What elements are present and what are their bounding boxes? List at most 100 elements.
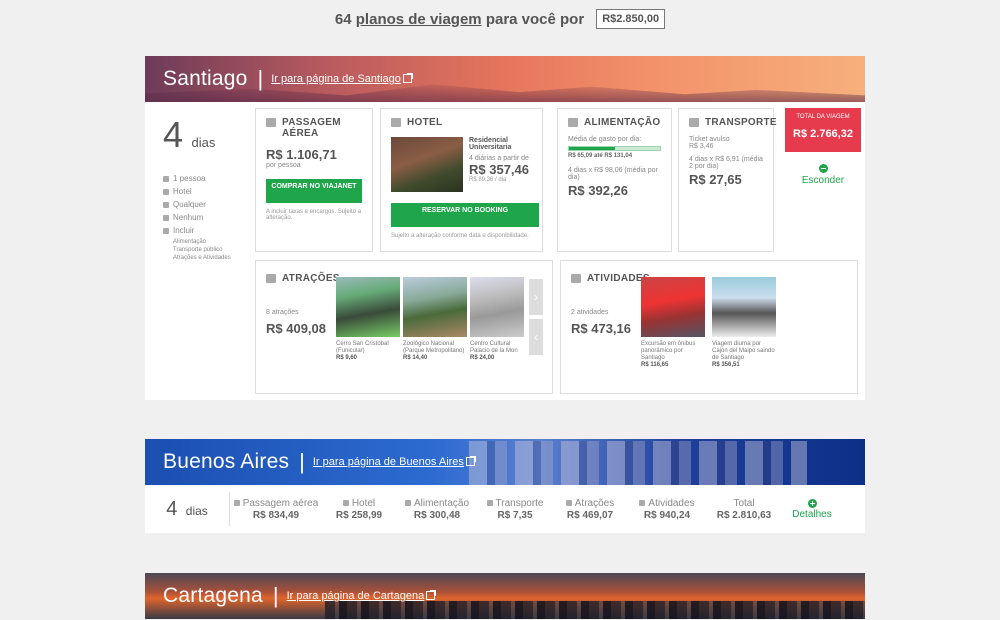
bed-icon — [342, 500, 349, 506]
hotel-price: R$ 357,46 — [469, 162, 529, 177]
days-number: 4 — [163, 114, 184, 155]
activity-photo[interactable] — [712, 277, 776, 337]
attraction-caption: Zoológico Nacional (Parque Metropolitano… — [403, 341, 467, 362]
summary-attractions: Atrações R$ 469,07 — [552, 498, 628, 521]
attraction-name[interactable]: Cerro San Cristóbal (Funicular) — [336, 341, 389, 354]
filter-lodging[interactable]: Hotel — [163, 187, 253, 196]
city-page-link-label: Ir para página de Santiago — [271, 73, 401, 85]
hotel-note: Sujeito a alteração conforme data e disp… — [391, 233, 529, 239]
museum-icon — [266, 274, 276, 283]
summary-label: Transporte — [495, 497, 544, 509]
food-range-fill — [569, 147, 615, 150]
flight-box: PASSAGEM AÉREA R$ 1.106,71 por pessoa CO… — [255, 108, 373, 252]
attraction-caption: Centro Cultural Palacio de la Mon R$ 24,0… — [470, 341, 526, 362]
activity-caption: Viagem diurna por Cajon del Maipo saindo… — [712, 341, 778, 369]
summary-label: Alimentação — [413, 497, 470, 509]
transport-title-label: TRANSPORTE — [705, 117, 777, 128]
attraction-photo[interactable] — [403, 277, 467, 337]
travel-plans-link[interactable]: planos de viagem — [356, 11, 482, 28]
hotel-photo[interactable] — [391, 137, 463, 192]
book-booking-button[interactable]: RESERVAR NO BOOKING — [391, 203, 539, 227]
transport-calc: 4 dias x R$ 6,91 (média 2 por dia) — [689, 156, 763, 170]
total-value: R$ 2.766,32 — [793, 128, 853, 140]
transport-ticket-price: R$ 3,46 — [689, 143, 714, 150]
cutlery-icon — [404, 500, 411, 506]
hotel-box: HOTEL Residencial Universitaria 4 diária… — [380, 108, 543, 252]
city-banner: Buenos Aires | Ir para página de Buenos … — [145, 439, 865, 485]
transport-ticket: Ticket avulso — [689, 136, 730, 143]
attraction-price: R$ 24,00 — [470, 354, 495, 361]
attraction-name[interactable]: Centro Cultural Palacio de la Mon — [470, 341, 518, 354]
minus-circle-icon — [818, 164, 828, 173]
activity-price: R$ 116,65 — [641, 361, 669, 368]
include-item: Transporte público — [173, 246, 223, 253]
flight-price: R$ 1.106,71 — [266, 147, 337, 162]
hotel-info: Residencial Universitaria 4 diárias a pa… — [469, 137, 539, 183]
attraction-price: R$ 9,60 — [336, 354, 358, 361]
attraction-name[interactable]: Zoológico Nacional (Parque Metropolitano… — [403, 341, 464, 354]
activity-name[interactable]: Viagem diurna por Cajon del Maipo saindo… — [712, 341, 775, 361]
city-page-link[interactable]: Ir para página de Santiago — [271, 73, 413, 85]
attractions-title-label: ATRAÇÕES — [282, 273, 340, 284]
food-price: R$ 392,26 — [568, 183, 628, 198]
filter-label: Qualquer — [173, 200, 206, 209]
summary-value: R$ 300,48 — [413, 509, 461, 521]
days-label: dias — [191, 135, 216, 150]
city-page-link[interactable]: Ir para página de Cartagena — [287, 590, 437, 602]
bed-icon — [391, 118, 401, 127]
food-range: R$ 65,09 até R$ 131,04 — [568, 153, 633, 159]
attraction-photo[interactable] — [336, 277, 400, 337]
details-button[interactable]: Detalhes — [782, 498, 842, 520]
buy-viajanet-button[interactable]: COMPRAR NO VIAJANET — [266, 179, 362, 203]
hotel-title-label: HOTEL — [407, 117, 443, 128]
external-link-icon — [465, 456, 476, 466]
activity-photo[interactable] — [641, 277, 705, 337]
separator: | — [299, 449, 305, 474]
results-summary: 64 planos de viagem para você por — [335, 11, 584, 28]
details-label: Detalhes — [792, 508, 832, 520]
plane-icon — [266, 118, 276, 127]
attractions-count: 8 atrações — [266, 309, 299, 316]
city-banner: Santiago | Ir para página de Santiago — [145, 56, 865, 102]
next-arrow-button[interactable]: › — [529, 279, 543, 315]
flight-per: por pessoa — [266, 162, 301, 169]
total-label: TOTAL DA VIAGEM — [796, 114, 850, 120]
filter-extra[interactable]: Nenhum — [163, 213, 253, 222]
activity-name[interactable]: Excursão em ônibus panorâmico por Santia… — [641, 341, 695, 361]
bed-icon — [163, 188, 169, 195]
prev-arrow-button[interactable]: ‹ — [529, 319, 543, 355]
filter-include[interactable]: Incluir — [163, 226, 253, 235]
attraction-photo[interactable] — [470, 277, 524, 337]
budget-input[interactable]: R$2.850,00 — [596, 9, 666, 29]
city-page-link[interactable]: Ir para página de Buenos Aires — [313, 456, 476, 468]
food-title-label: ALIMENTAÇÃO — [584, 117, 661, 128]
summary-value: R$ 2.810,63 — [716, 509, 772, 521]
hotel-name[interactable]: Residencial Universitaria — [469, 137, 539, 151]
summary-value: R$ 940,24 — [643, 509, 691, 521]
bus-icon — [689, 118, 699, 127]
transport-title: TRANSPORTE — [689, 117, 777, 128]
filter-people[interactable]: 1 pessoa — [163, 174, 253, 183]
external-link-icon — [426, 590, 437, 600]
trip-total: TOTAL DA VIAGEM R$ 2.766,32 — [785, 108, 861, 152]
attraction-price: R$ 14,40 — [403, 354, 428, 361]
hotel-per-day: R$ 89,36 / dia — [469, 177, 507, 183]
transport-box: TRANSPORTE Ticket avulso R$ 3,46 4 dias … — [678, 108, 777, 252]
activities-count: 2 atividades — [571, 309, 609, 316]
trip-settings: 4 dias 1 pessoa Hotel Qualquer Nenhum In… — [163, 114, 253, 266]
food-range-slider[interactable] — [568, 146, 661, 151]
flight-note: A incluir taxas e encargos. Sujeito a al… — [266, 209, 362, 221]
header-suffix: para você por — [485, 10, 585, 28]
summary-label: Hotel — [351, 497, 376, 509]
filter-class[interactable]: Qualquer — [163, 200, 253, 209]
food-calc: 4 dias x R$ 98,06 (média por dia) — [568, 167, 658, 181]
summary-total: Total R$ 2.810,63 — [706, 498, 782, 521]
hotel-nights: 4 diárias a partir de — [469, 155, 529, 162]
attractions-price: R$ 409,08 — [266, 321, 326, 336]
external-link-icon — [402, 73, 413, 83]
flight-title-label: PASSAGEM AÉREA — [282, 117, 341, 139]
summary-activities: Atividades R$ 940,24 — [628, 498, 706, 521]
summary-value: R$ 834,49 — [252, 509, 300, 521]
bus-icon — [486, 500, 493, 506]
hide-button[interactable]: Esconder — [785, 164, 861, 186]
